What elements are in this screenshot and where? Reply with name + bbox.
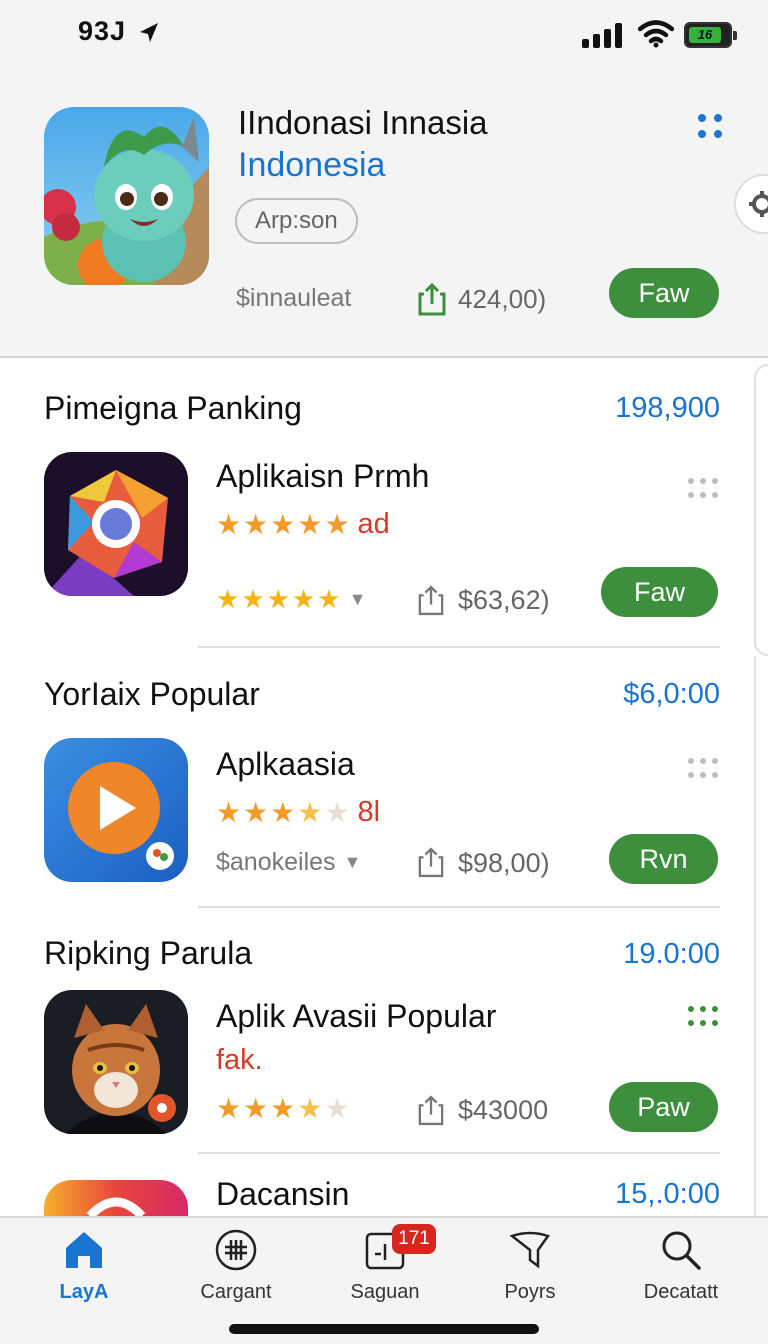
chevron-down-icon[interactable]: ▼	[344, 852, 362, 873]
rating-text: fak.	[216, 1044, 263, 1076]
divider	[198, 1152, 720, 1154]
app-price: $63,62)	[458, 585, 550, 615]
rating-text: ad	[357, 508, 390, 540]
more-options-icon[interactable]	[688, 478, 718, 500]
home-icon	[66, 1232, 102, 1268]
star-rating-small: ★ ★ ★ ★ ★	[216, 584, 341, 614]
section-value[interactable]: 15,.0:00	[615, 1178, 720, 1211]
notification-badge: 171	[392, 1224, 436, 1254]
status-bar: 93J 16	[0, 0, 768, 70]
section-value[interactable]: 19.0:00	[623, 938, 720, 971]
star-rating: ★ ★ ★ ★ ★	[216, 508, 350, 540]
battery-icon: 16	[684, 22, 737, 48]
featured-app-subtitle[interactable]: Indonesia	[238, 146, 385, 185]
app-icon[interactable]	[44, 738, 188, 882]
featured-app-icon[interactable]	[44, 107, 209, 285]
featured-app-meta: $innauleat	[236, 284, 352, 312]
side-sheet-handle[interactable]	[754, 364, 768, 656]
section-title: Pimeigna Panking	[44, 390, 302, 426]
app-name[interactable]: Aplkaasia	[216, 746, 355, 783]
share-icon[interactable]	[418, 584, 444, 616]
funnel-icon	[509, 1231, 551, 1269]
app-rating: ★ ★ ★ ★ ★ ad	[216, 508, 390, 541]
app-price: $43000	[458, 1095, 549, 1125]
featured-get-button[interactable]: Faw	[609, 268, 719, 318]
status-time: 93J	[78, 16, 127, 46]
star-rating: ★ ★ ★ ★ ★	[216, 1093, 350, 1124]
star-rating: ★ ★ ★ ★ ★	[216, 796, 350, 828]
app-price: $98,00)	[458, 848, 550, 878]
app-meta: $anokeiles	[216, 848, 336, 876]
tab-label: Saguan	[350, 1281, 420, 1303]
grid-menu-icon[interactable]	[698, 114, 722, 138]
settings-tab[interactable]	[734, 174, 768, 234]
divider	[198, 906, 720, 908]
tab-search[interactable]: Decatatt	[616, 1228, 746, 1304]
app-rating: ★ ★ ★ ★ ★ 8l	[216, 796, 380, 829]
app-meta-row: ★ ★ ★ ★ ★ ▼	[216, 584, 366, 614]
tab-home[interactable]: LayA	[19, 1228, 149, 1304]
featured-app-count: 424,00)	[458, 284, 547, 314]
app-icon[interactable]	[44, 452, 188, 596]
tab-label: Cargant	[200, 1281, 272, 1303]
app-icon[interactable]	[44, 990, 188, 1134]
grid-circle-icon	[215, 1229, 257, 1271]
divider	[198, 646, 720, 648]
app-name[interactable]: Aplik Avasii Popular	[216, 998, 496, 1035]
featured-app-header: IIndonasi Innasia Indonesia Arp:son $inn…	[0, 70, 768, 358]
tab-updates[interactable]: 171 Saguan	[320, 1224, 450, 1304]
app-icon[interactable]	[44, 1180, 188, 1216]
share-icon[interactable]	[418, 846, 444, 878]
gear-icon	[749, 191, 768, 217]
wifi-icon	[638, 20, 674, 48]
chevron-down-icon[interactable]: ▼	[349, 589, 367, 610]
tab-label: LayA	[59, 1281, 109, 1303]
get-button[interactable]: Rvn	[609, 834, 718, 884]
home-indicator[interactable]	[229, 1324, 539, 1334]
app-rating: fak.	[216, 1044, 263, 1077]
more-options-icon[interactable]	[688, 1006, 718, 1028]
tab-label: Poyrs	[504, 1281, 556, 1303]
app-meta-row: ★ ★ ★ ★ ★	[216, 1094, 350, 1124]
app-meta-row: $anokeiles ▼	[216, 848, 361, 877]
rating-text: 8l	[357, 796, 381, 828]
section-title: YorIaix Popular	[44, 676, 260, 712]
signal-icon	[582, 22, 622, 48]
app-name[interactable]: Dacansin	[216, 1176, 349, 1213]
section-title: Ripking Parula	[44, 935, 253, 971]
location-arrow-icon	[140, 23, 158, 42]
side-sheet-edge	[754, 656, 756, 1216]
share-icon[interactable]	[418, 282, 446, 316]
tab-label: Decatatt	[643, 1281, 719, 1303]
section-value[interactable]: $6,0:00	[623, 678, 720, 711]
search-icon	[662, 1231, 701, 1270]
get-button[interactable]: Faw	[601, 567, 718, 617]
app-name[interactable]: Aplikaisn Prmh	[216, 458, 429, 495]
more-options-icon[interactable]	[688, 758, 718, 780]
section-value[interactable]: 198,900	[615, 392, 720, 425]
get-button[interactable]: Paw	[609, 1082, 718, 1132]
share-icon[interactable]	[418, 1094, 444, 1126]
tab-payments[interactable]: Poyrs	[465, 1228, 595, 1304]
category-pill[interactable]: Arp:son	[235, 198, 358, 244]
tab-categories[interactable]: Cargant	[171, 1228, 301, 1304]
featured-app-title: IIndonasi Innasia	[238, 104, 488, 141]
battery-level: 16	[689, 27, 721, 43]
